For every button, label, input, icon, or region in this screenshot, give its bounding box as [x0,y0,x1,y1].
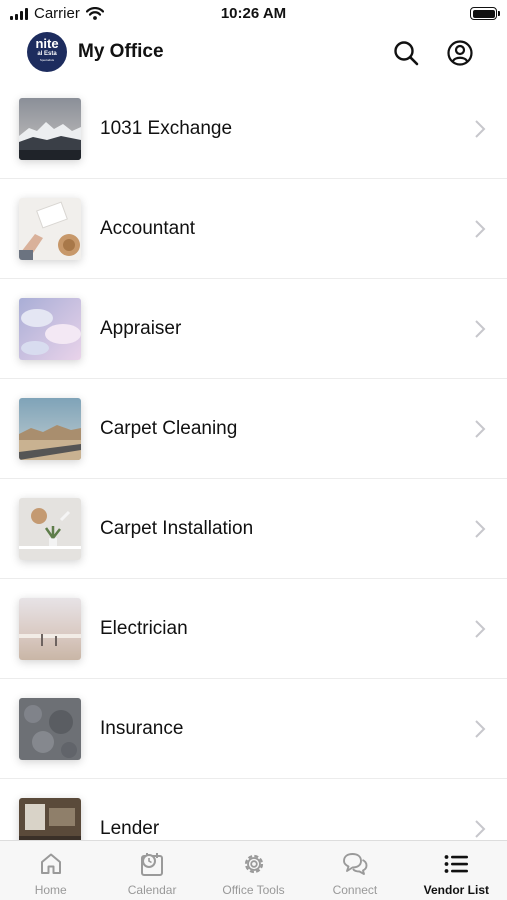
vendor-item-accountant[interactable]: Accountant [0,179,507,279]
tab-office-tools[interactable]: Office Tools [203,841,304,900]
vendor-label: Accountant [100,217,196,239]
vendor-item-1031-exchange[interactable]: 1031 Exchange [0,79,507,179]
calendar-icon [138,850,166,878]
page-title: My Office [78,41,164,62]
tab-label: Office Tools [222,883,285,897]
thumbnail-image [19,297,81,360]
status-bar: Carrier 10:26 AM [0,0,507,28]
chevron-right-icon [475,720,486,738]
vendor-item-electrician[interactable]: Electrician [0,579,507,679]
thumbnail-image [19,597,81,660]
vendor-label: Lender [100,817,160,839]
vendor-item-lender[interactable]: Lender [0,779,507,840]
search-icon [394,41,419,66]
thumbnail-image [19,697,81,760]
chevron-right-icon [475,420,486,438]
profile-button[interactable] [445,38,475,68]
search-button[interactable] [391,38,421,68]
chevron-right-icon [475,520,486,538]
app-header: nite al Esta Specialists My Office [0,30,507,76]
vendor-label: 1031 Exchange [100,117,233,139]
tab-label: Connect [332,883,378,897]
vendor-label: Electrician [100,617,188,639]
chevron-right-icon [475,120,486,138]
chevron-right-icon [475,620,486,638]
gear-icon [240,850,268,878]
user-circle-icon [447,40,473,66]
chat-bubbles-icon [341,850,369,878]
tab-home[interactable]: Home [0,841,101,900]
vendor-label: Insurance [100,717,184,739]
vendor-label: Carpet Installation [100,517,254,539]
tab-bar: Home Calendar Office Tools Connect Vendo… [0,840,507,900]
brand-logo: nite al Esta Specialists [27,32,67,72]
home-icon [37,850,65,878]
vendor-list: 1031 Exchange Accountant Appraiser Carpe… [0,79,507,840]
vendor-item-carpet-cleaning[interactable]: Carpet Cleaning [0,379,507,479]
vendor-label: Carpet Cleaning [100,417,238,439]
status-time: 10:26 AM [220,5,287,22]
tab-connect[interactable]: Connect [304,841,405,900]
list-icon [442,850,470,878]
tab-vendor-list[interactable]: Vendor List [406,841,507,900]
vendor-label: Appraiser [100,317,182,339]
chevron-right-icon [475,220,486,238]
tab-label: Vendor List [423,883,489,897]
vendor-item-insurance[interactable]: Insurance [0,679,507,779]
thumbnail-image [19,197,81,260]
battery-icon [470,7,500,20]
tab-calendar[interactable]: Calendar [101,841,202,900]
vendor-item-appraiser[interactable]: Appraiser [0,279,507,379]
chevron-right-icon [475,820,486,838]
tab-label: Calendar [127,883,177,897]
tab-label: Home [34,883,67,897]
thumbnail-image [19,397,81,460]
thumbnail-image [19,97,81,160]
thumbnail-image [19,497,81,560]
thumbnail-image [19,797,81,840]
chevron-right-icon [475,320,486,338]
vendor-item-carpet-installation[interactable]: Carpet Installation [0,479,507,579]
